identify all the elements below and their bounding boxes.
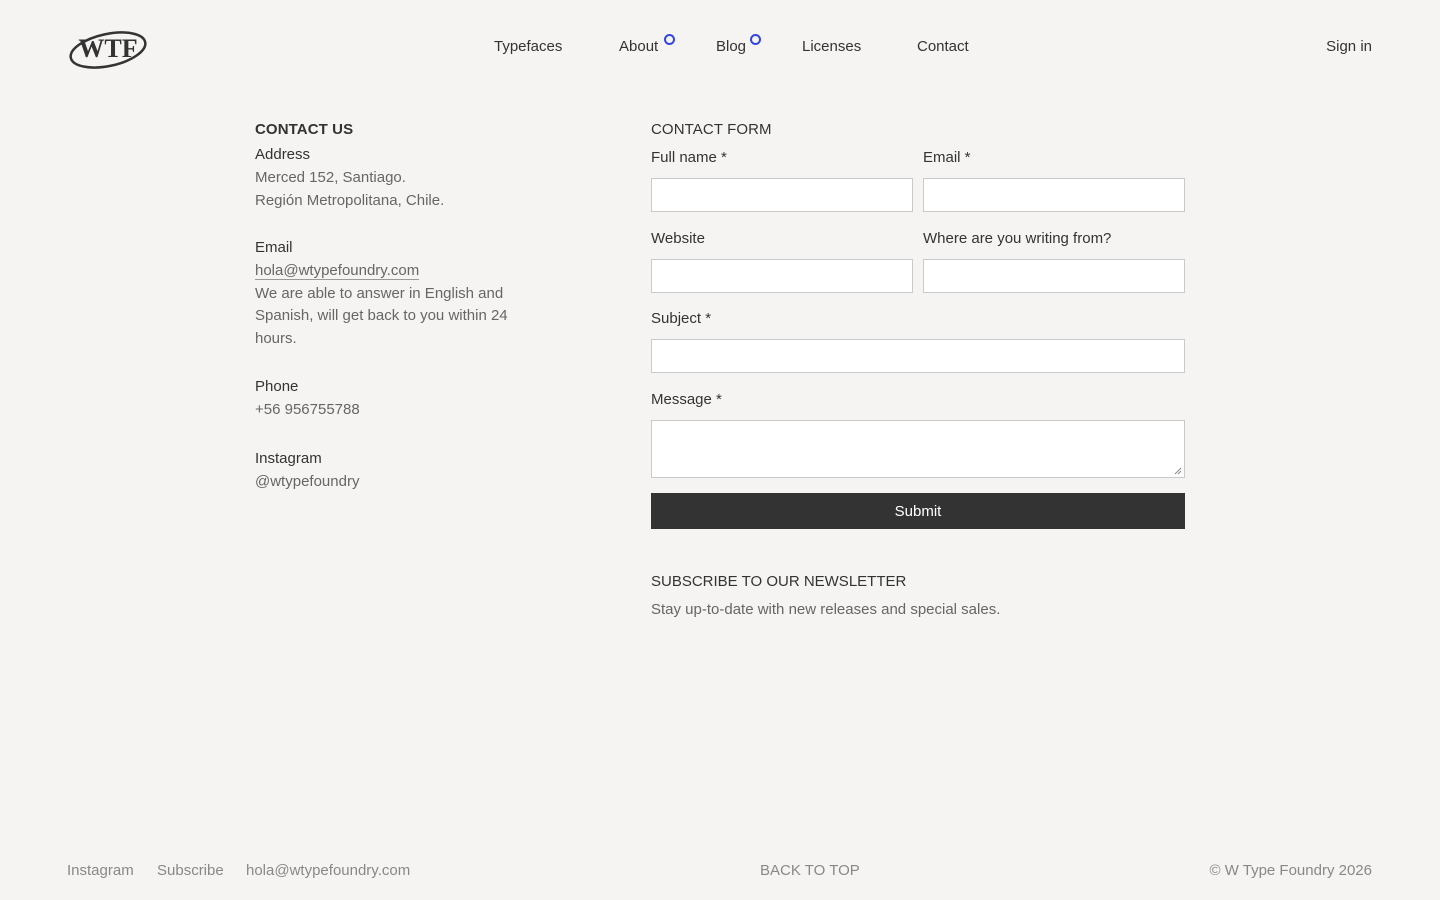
submit-button[interactable]: Submit bbox=[651, 493, 1185, 529]
website-input[interactable] bbox=[651, 259, 913, 293]
instagram-label: Instagram bbox=[255, 449, 322, 467]
email-note-line-1: We are able to answer in English and bbox=[255, 284, 504, 302]
back-to-top-link[interactable]: BACK TO TOP bbox=[760, 862, 860, 879]
full-name-label: Full name * bbox=[651, 149, 727, 166]
contact-us-title: CONTACT US bbox=[255, 121, 354, 138]
nav-contact[interactable]: Contact bbox=[917, 38, 969, 55]
footer-instagram-link[interactable]: Instagram bbox=[67, 862, 134, 879]
newsletter-text: Stay up-to-date with new releases and sp… bbox=[651, 601, 1001, 618]
address-label: Address bbox=[255, 146, 311, 163]
email-label: Email bbox=[255, 239, 293, 256]
website-label: Website bbox=[651, 230, 705, 247]
sign-in-link[interactable]: Sign in bbox=[1326, 38, 1372, 55]
contact-form-title: CONTACT FORM bbox=[651, 121, 772, 138]
nav-blog-label: Blog bbox=[716, 38, 747, 55]
main-nav: Typefaces About Blog Licenses Contact bbox=[0, 34, 1440, 58]
address-line-2: Región Metropolitana, Chile. bbox=[255, 191, 445, 209]
newsletter-title: SUBSCRIBE TO OUR NEWSLETTER bbox=[651, 573, 907, 590]
email-field-label: Email * bbox=[923, 149, 971, 166]
phone-label: Phone bbox=[255, 378, 299, 395]
nav-about-label: About bbox=[619, 38, 659, 55]
subject-label: Subject * bbox=[651, 310, 712, 327]
address-line-1: Merced 152, Santiago. bbox=[255, 169, 406, 186]
new-badge-icon bbox=[664, 34, 675, 45]
resize-handle-icon[interactable] bbox=[1174, 467, 1182, 475]
message-label: Message * bbox=[651, 391, 722, 408]
email-note-line-2: Spanish, will get back to you within 24 bbox=[255, 307, 508, 324]
subject-input[interactable] bbox=[651, 339, 1185, 373]
email-input[interactable] bbox=[923, 178, 1185, 212]
instagram-handle[interactable]: @wtypefoundry bbox=[255, 471, 555, 494]
footer-email-link[interactable]: hola@wtypefoundry.com bbox=[246, 862, 410, 879]
location-input[interactable] bbox=[923, 259, 1185, 293]
footer-subscribe-link[interactable]: Subscribe bbox=[157, 862, 224, 879]
full-name-input[interactable] bbox=[651, 178, 913, 212]
copyright: © W Type Foundry 2026 bbox=[1209, 862, 1372, 879]
email-note-line-3: hours. bbox=[255, 329, 297, 347]
new-badge-icon bbox=[750, 34, 761, 45]
nav-typefaces[interactable]: Typefaces bbox=[494, 38, 562, 55]
nav-blog[interactable]: Blog bbox=[716, 34, 761, 55]
contact-info: CONTACT US Address Merced 152, Santiago.… bbox=[255, 121, 555, 493]
nav-licenses[interactable]: Licenses bbox=[802, 38, 861, 55]
phone-value: +56 956755788 bbox=[255, 401, 360, 418]
message-textarea[interactable] bbox=[651, 420, 1185, 478]
nav-about[interactable]: About bbox=[619, 34, 675, 55]
contact-email-link[interactable]: hola@wtypefoundry.com bbox=[255, 262, 420, 280]
location-label: Where are you writing from? bbox=[923, 230, 1112, 247]
